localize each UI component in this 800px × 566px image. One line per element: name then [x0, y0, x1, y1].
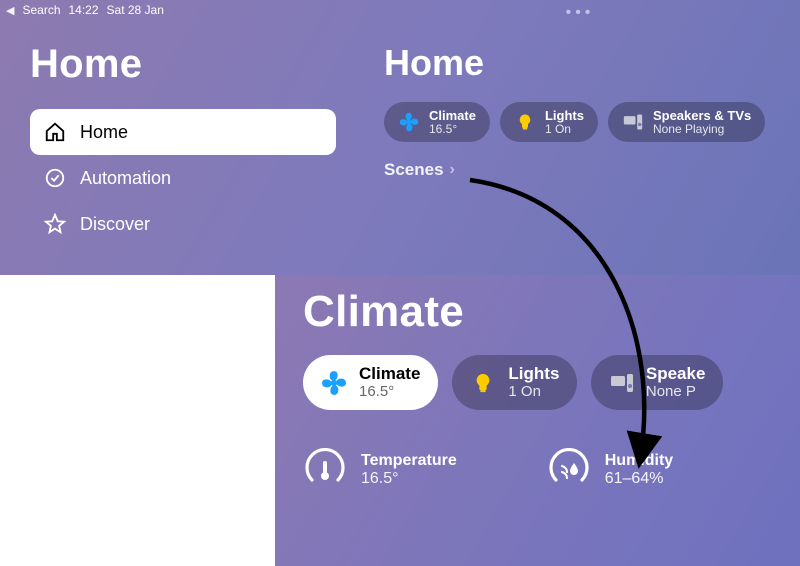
star-icon [44, 213, 66, 235]
detail-pill-lights[interactable]: Lights 1 On [452, 355, 577, 410]
pill-title: Speakers & TVs [653, 109, 751, 123]
thermometer-icon [303, 448, 347, 492]
pill-subtitle: 16.5° [429, 123, 476, 136]
home-icon [44, 121, 66, 143]
sidebar: Home Home Automation Discover [0, 20, 360, 257]
pill-subtitle: None P [646, 384, 706, 401]
section-label: Scenes [384, 160, 444, 180]
climate-detail-panel: Climate Climate 16.5° Lights 1 On [275, 275, 800, 566]
back-label[interactable]: Search [22, 3, 60, 17]
more-menu-icon[interactable]: ••• [566, 4, 595, 22]
pill-lights[interactable]: Lights 1 On [500, 102, 598, 142]
pill-title: Lights [508, 365, 559, 384]
scenes-header[interactable]: Scenes › [384, 160, 782, 180]
home-app-top: ◀ Search 14:22 Sat 28 Jan Home Home Auto… [0, 0, 800, 275]
stat-humidity[interactable]: Humidity 61–64% [547, 448, 673, 492]
pill-subtitle: 1 On [545, 123, 584, 136]
pill-title: Speake [646, 365, 706, 384]
stat-label: Humidity [605, 452, 673, 470]
detail-pill-climate[interactable]: Climate 16.5° [303, 355, 438, 410]
bulb-icon [514, 111, 536, 133]
fan-icon [321, 370, 347, 396]
detail-title: Climate [303, 287, 800, 337]
tv-speaker-icon [622, 111, 644, 133]
pill-speakers-tvs[interactable]: Speakers & TVs None Playing [608, 102, 765, 142]
sidebar-item-discover[interactable]: Discover [30, 201, 336, 247]
tv-speaker-icon [609, 370, 633, 396]
sidebar-item-label: Discover [80, 214, 150, 235]
stat-label: Temperature [361, 452, 457, 470]
status-date: Sat 28 Jan [107, 3, 164, 17]
humidity-icon [547, 448, 591, 492]
main-panel: ••• Home Climate 16.5° [360, 20, 800, 180]
pill-subtitle: 16.5° [359, 384, 420, 401]
stat-value: 61–64% [605, 470, 673, 488]
page-title: Home [384, 42, 782, 84]
pill-title: Climate [429, 109, 476, 123]
fan-icon [398, 111, 420, 133]
back-chevron-icon[interactable]: ◀ [6, 4, 14, 17]
pill-title: Climate [359, 365, 420, 384]
detail-category-pills: Climate 16.5° Lights 1 On Speake [303, 355, 800, 410]
bulb-icon [470, 370, 496, 396]
pill-subtitle: 1 On [508, 384, 559, 401]
stat-temperature[interactable]: Temperature 16.5° [303, 448, 457, 492]
sidebar-item-label: Home [80, 122, 128, 143]
status-time: 14:22 [69, 3, 99, 17]
climate-stats: Temperature 16.5° Humidity 61–64% [303, 448, 800, 492]
sidebar-title: Home [30, 42, 336, 87]
clock-check-icon [44, 167, 66, 189]
status-bar: ◀ Search 14:22 Sat 28 Jan [0, 0, 170, 20]
stat-value: 16.5° [361, 470, 457, 488]
sidebar-item-automation[interactable]: Automation [30, 155, 336, 201]
chevron-right-icon: › [450, 161, 455, 179]
pill-subtitle: None Playing [653, 123, 751, 136]
sidebar-item-label: Automation [80, 168, 171, 189]
sidebar-item-home[interactable]: Home [30, 109, 336, 155]
category-pills: Climate 16.5° Lights 1 On [384, 102, 782, 142]
detail-pill-speakers-tvs[interactable]: Speake None P [591, 355, 723, 410]
pill-title: Lights [545, 109, 584, 123]
pill-climate[interactable]: Climate 16.5° [384, 102, 490, 142]
